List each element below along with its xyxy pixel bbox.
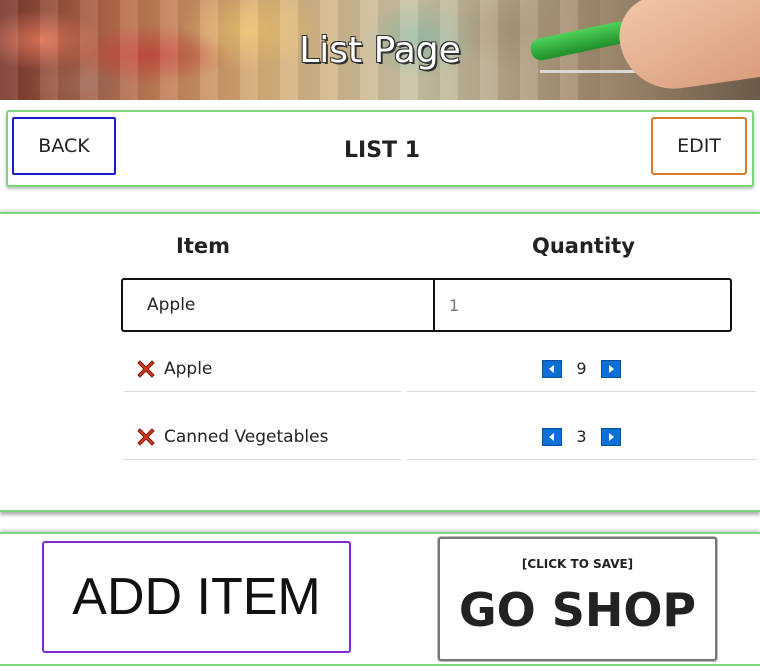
new-item-input[interactable]	[125, 282, 425, 328]
close-icon[interactable]	[135, 426, 157, 448]
quantity-value: 9	[576, 359, 587, 378]
input-divider	[433, 280, 435, 330]
new-item-row	[121, 278, 732, 332]
column-header-item: Item	[176, 234, 230, 258]
item-name: Apple	[164, 358, 213, 379]
quantity-value: 3	[576, 427, 587, 446]
column-header-quantity: Quantity	[532, 234, 635, 258]
list-title: LIST 1	[343, 138, 421, 163]
list-header: BACK LIST 1 EDIT	[6, 110, 754, 187]
new-quantity-input[interactable]	[441, 282, 721, 328]
arrow-right-icon[interactable]	[600, 359, 621, 378]
action-bar: ADD ITEM [CLICK TO SAVE] GO SHOP	[0, 532, 760, 666]
item-cell: Canned Vegetables	[124, 414, 401, 460]
quantity-stepper: 9	[407, 346, 756, 392]
add-item-button[interactable]: ADD ITEM	[42, 541, 351, 653]
hero-banner: List Page	[0, 0, 760, 100]
table-row: Apple 9	[0, 346, 760, 406]
edit-button[interactable]: EDIT	[651, 117, 747, 175]
page-title: List Page	[299, 30, 461, 71]
table-row: Canned Vegetables 3	[0, 414, 760, 474]
go-shop-label: GO SHOP	[458, 583, 697, 637]
close-icon[interactable]	[135, 358, 157, 380]
list-table: Item Quantity Apple 9	[0, 212, 760, 512]
quantity-stepper: 3	[407, 414, 756, 460]
arrow-left-icon[interactable]	[542, 427, 563, 446]
go-shop-hint: [CLICK TO SAVE]	[521, 557, 634, 571]
item-cell: Apple	[124, 346, 401, 392]
go-shop-button[interactable]: [CLICK TO SAVE] GO SHOP	[438, 537, 717, 661]
item-name: Canned Vegetables	[164, 426, 329, 447]
arrow-left-icon[interactable]	[542, 359, 563, 378]
arrow-right-icon[interactable]	[600, 427, 621, 446]
